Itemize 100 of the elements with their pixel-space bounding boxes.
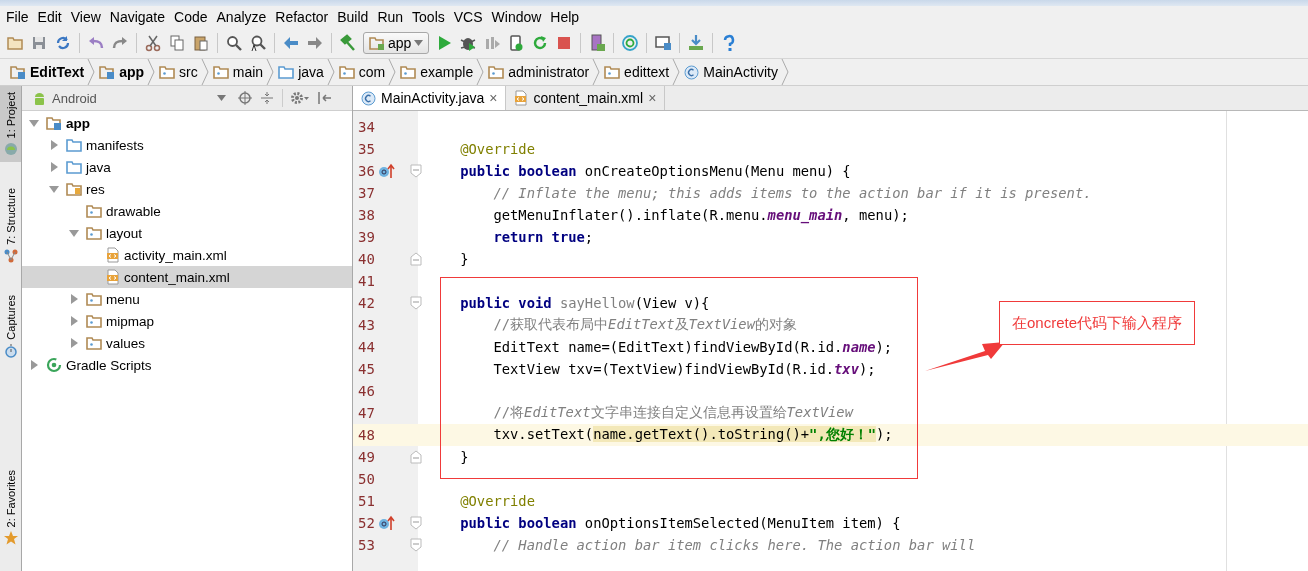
breadcrumb-item[interactable]: com bbox=[334, 59, 389, 85]
tree-item[interactable]: manifests bbox=[22, 134, 352, 156]
expand-arrow-icon[interactable] bbox=[69, 294, 79, 304]
settings-icon[interactable] bbox=[291, 91, 309, 105]
folder-icon bbox=[369, 36, 385, 50]
code-text: ; bbox=[584, 229, 594, 245]
breadcrumb-item[interactable]: administrator bbox=[484, 59, 593, 85]
breadcrumb-item[interactable]: EditText bbox=[6, 59, 88, 85]
expand-arrow-icon[interactable] bbox=[69, 228, 79, 238]
close-tab-button[interactable]: × bbox=[648, 90, 657, 106]
paste-icon[interactable] bbox=[192, 34, 210, 52]
keyword: return true bbox=[492, 229, 585, 245]
menu-bar-item[interactable]: Build bbox=[334, 9, 375, 25]
menu-bar-item[interactable]: Refactor bbox=[272, 9, 335, 25]
tool-window-tab[interactable]: Captures bbox=[0, 289, 21, 364]
keyword: public void bbox=[459, 295, 553, 311]
tree-item[interactable]: res bbox=[22, 178, 352, 200]
line-number: 49 bbox=[357, 449, 376, 465]
editor-tab[interactable]: content_main.xml × bbox=[506, 86, 666, 110]
line-number: 41 bbox=[357, 273, 376, 289]
class-icon bbox=[361, 90, 376, 106]
tree-item[interactable]: mipmap bbox=[22, 310, 352, 332]
hide-panel-icon[interactable] bbox=[317, 91, 331, 105]
run-configuration-dropdown[interactable]: app bbox=[363, 32, 430, 54]
tool-window-tab[interactable]: 1: Project bbox=[0, 86, 21, 163]
code-text: onOptionsItemSelected(MenuItem item) { bbox=[584, 515, 901, 531]
fold-marker-icon[interactable] bbox=[410, 516, 422, 530]
tool-window-tab[interactable]: 7: Structure bbox=[0, 182, 21, 270]
breadcrumb-item[interactable]: app bbox=[95, 59, 148, 85]
breadcrumb-item[interactable]: main bbox=[208, 59, 267, 85]
fold-marker-icon[interactable] bbox=[410, 252, 422, 266]
menu-bar-item[interactable]: VCS bbox=[450, 9, 489, 25]
search-icon[interactable] bbox=[225, 34, 243, 52]
line-number: 52 bbox=[357, 515, 376, 531]
sdk-icon[interactable] bbox=[621, 34, 640, 52]
collapse-all-icon[interactable] bbox=[260, 91, 274, 105]
expand-arrow-icon[interactable] bbox=[49, 140, 59, 150]
breadcrumb-item[interactable]: example bbox=[396, 59, 477, 85]
fold-marker-icon[interactable] bbox=[410, 538, 422, 552]
line-number: 46 bbox=[357, 383, 376, 399]
locate-icon[interactable] bbox=[238, 91, 252, 105]
menu-bar-item[interactable]: Analyze bbox=[213, 9, 273, 25]
fold-marker-icon[interactable] bbox=[410, 296, 422, 310]
expand-arrow-icon[interactable] bbox=[29, 118, 39, 128]
keyword: public boolean bbox=[459, 163, 578, 179]
annotation: @Override bbox=[459, 493, 535, 509]
replace-icon[interactable] bbox=[249, 34, 267, 52]
menu-bar-item[interactable]: Tools bbox=[409, 9, 451, 25]
sync-icon[interactable] bbox=[54, 34, 72, 52]
cut-icon[interactable] bbox=[144, 34, 162, 52]
chevron-icon bbox=[326, 59, 335, 85]
expand-arrow-icon[interactable] bbox=[49, 162, 59, 172]
breadcrumb-item[interactable]: edittext bbox=[600, 59, 673, 85]
tree-item[interactable]: java bbox=[22, 156, 352, 178]
override-marker-icon[interactable] bbox=[378, 515, 397, 531]
tree-item[interactable]: Gradle Scripts bbox=[22, 354, 352, 376]
expand-arrow-icon[interactable] bbox=[49, 184, 59, 194]
menu-bar-item[interactable]: View bbox=[67, 9, 107, 25]
attach-icon[interactable] bbox=[483, 34, 502, 52]
expand-arrow-icon[interactable] bbox=[69, 316, 79, 326]
close-tab-button[interactable]: × bbox=[489, 90, 498, 106]
tool-window-tab[interactable]: 2: Favorites bbox=[0, 463, 21, 551]
code-comment: 文字串连接自定义信息再设置给 bbox=[590, 404, 787, 420]
override-marker-icon[interactable] bbox=[378, 163, 397, 179]
line-number: 39 bbox=[357, 229, 376, 245]
menu-bar-item[interactable]: Code bbox=[171, 9, 214, 25]
menu-bar-item[interactable]: Run bbox=[374, 9, 410, 25]
breadcrumb-item[interactable]: src bbox=[155, 59, 201, 85]
menu-bar-item[interactable]: Window bbox=[488, 9, 548, 25]
breadcrumb-item[interactable]: java bbox=[274, 59, 327, 85]
expand-arrow-icon[interactable] bbox=[69, 338, 79, 348]
field-name: txv bbox=[834, 361, 859, 377]
line-number: 51 bbox=[357, 493, 376, 509]
tree-item[interactable]: values bbox=[22, 332, 352, 354]
forward-arrow-icon[interactable] bbox=[306, 34, 324, 52]
menu-bar-item[interactable]: Navigate bbox=[106, 9, 172, 25]
menu-bar-item[interactable]: File bbox=[3, 9, 35, 25]
hammer-icon[interactable] bbox=[339, 34, 357, 52]
breadcrumb-item[interactable]: MainActivity bbox=[680, 59, 781, 85]
tree-item[interactable]: activity_main.xml bbox=[22, 244, 352, 266]
fold-marker-icon[interactable] bbox=[410, 450, 422, 464]
package-folder-icon bbox=[338, 65, 355, 79]
save-icon[interactable] bbox=[30, 34, 48, 52]
menu-bar-item[interactable]: Help bbox=[547, 9, 586, 25]
structure-icon[interactable] bbox=[654, 34, 673, 52]
editor-tab[interactable]: MainActivity.java × bbox=[353, 86, 507, 110]
tree-item[interactable]: drawable bbox=[22, 200, 352, 222]
device-icon[interactable] bbox=[588, 34, 607, 52]
stopwatch-icon bbox=[3, 343, 18, 358]
open-folder-icon[interactable] bbox=[6, 34, 24, 52]
fold-marker-icon[interactable] bbox=[410, 164, 422, 178]
expand-arrow-icon[interactable] bbox=[29, 360, 39, 370]
tree-item[interactable]: app bbox=[22, 112, 352, 134]
package-folder-icon bbox=[86, 226, 102, 240]
copy-icon[interactable] bbox=[168, 34, 186, 52]
download-icon[interactable] bbox=[687, 34, 706, 52]
tree-item[interactable]: menu bbox=[22, 288, 352, 310]
menu-bar-item[interactable]: Edit bbox=[34, 9, 68, 25]
tree-item[interactable]: content_main.xml bbox=[22, 266, 352, 288]
tree-item[interactable]: layout bbox=[22, 222, 352, 244]
